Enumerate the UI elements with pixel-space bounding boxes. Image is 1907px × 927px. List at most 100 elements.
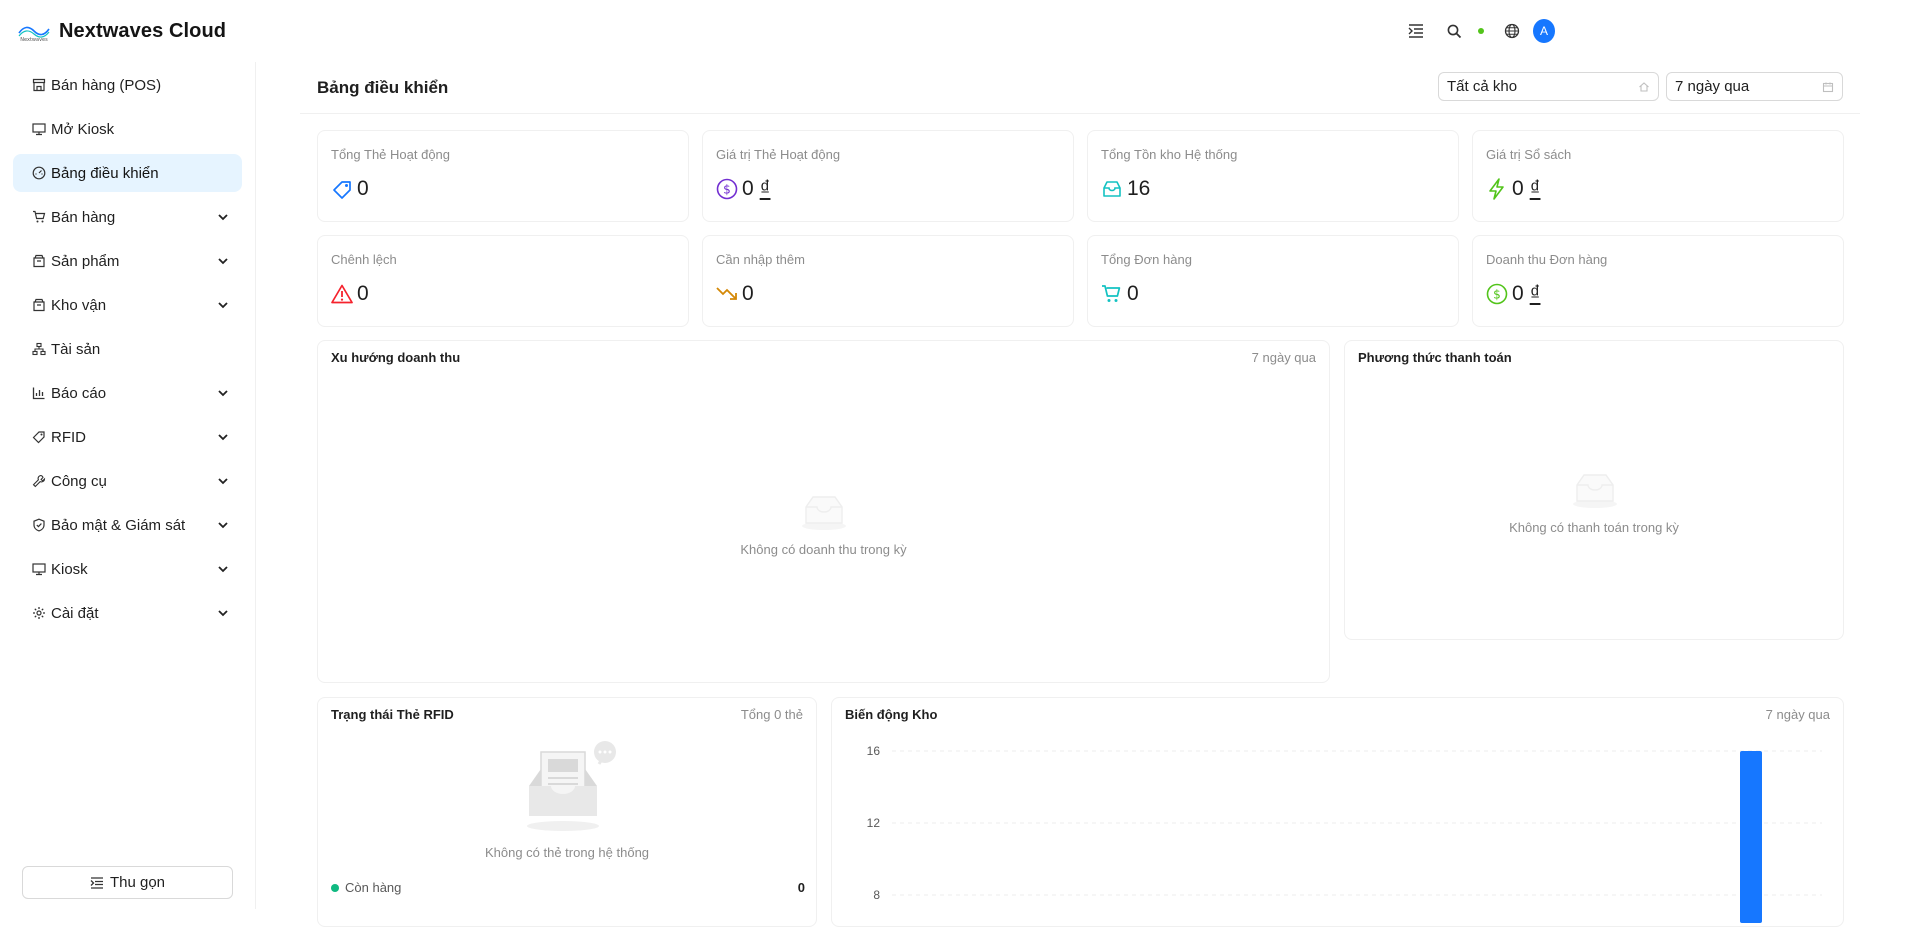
user-avatar[interactable]: A <box>1533 19 1555 43</box>
chevron-down-icon <box>218 610 228 617</box>
cart-icon <box>1101 283 1123 305</box>
sidebar-item-label: Mở Kiosk <box>51 120 115 138</box>
stat-label: Giá trị Thẻ Hoạt động <box>716 147 841 162</box>
card-total: Tổng 0 thẻ <box>740 707 803 722</box>
sidebar-item-dashboard[interactable]: Bảng điều khiển <box>13 154 242 192</box>
collapse-sidebar-button[interactable]: Thu gọn <box>22 866 233 899</box>
sidebar-item-warehouse[interactable]: Kho vận <box>13 286 242 324</box>
collapse-label: Thu gọn <box>109 874 166 891</box>
sidebar-item-rfid[interactable]: RFID <box>13 418 242 456</box>
globe-icon[interactable] <box>1501 20 1523 42</box>
stat-value-row: $0 ₫ <box>1486 282 1540 306</box>
sidebar-item-sales[interactable]: Bán hàng <box>13 198 242 236</box>
currency-symbol: ₫ <box>1529 177 1541 200</box>
sidebar-item-label: Cài đặt <box>51 604 99 622</box>
empty-message: Không có doanh thu trong kỳ <box>740 542 907 557</box>
stat-label: Chênh lệch <box>331 252 397 267</box>
stat-value-row: 0 ₫ <box>1486 177 1540 201</box>
payment-methods-card: Phương thức thanh toán Không có thanh to… <box>1344 340 1844 640</box>
sidebar-item-settings[interactable]: Cài đặt <box>13 594 242 632</box>
chevron-down-icon <box>218 258 228 265</box>
sidebar-item-label: Công cụ <box>51 472 107 490</box>
stat-card: Tổng Thẻ Hoạt động 0 <box>317 130 689 222</box>
menu-fold-icon <box>90 876 103 889</box>
svg-text:$: $ <box>723 183 731 197</box>
legend-item: Còn hàng 0 <box>331 880 805 895</box>
y-tick-label: 16 <box>867 744 881 758</box>
connection-status-icon <box>1470 20 1492 42</box>
brand[interactable]: Nextwaves Nextwaves Cloud <box>17 19 226 43</box>
sidebar-item-label: Bảo mật & Giám sát <box>51 516 186 534</box>
stat-value: 0 <box>742 177 754 200</box>
sidebar-item-label: Kiosk <box>51 560 88 578</box>
card-period: 7 ngày qua <box>1251 350 1316 365</box>
stat-label: Tổng Thẻ Hoạt động <box>331 147 451 162</box>
chevron-down-icon <box>218 390 228 397</box>
page-title: Bảng điều khiển <box>317 78 449 97</box>
stat-card: Doanh thu Đơn hàng $0 ₫ <box>1472 235 1844 327</box>
svg-text:$: $ <box>1493 288 1501 302</box>
stat-value: 0 <box>357 177 369 200</box>
sidebar-item-pos[interactable]: Bán hàng (POS) <box>13 66 242 104</box>
sidebar-item-label: Sản phẩm <box>51 252 120 270</box>
stock-movement-chart: 16 12 8 <box>867 744 1822 923</box>
sidebar-item-open-kiosk[interactable]: Mở Kiosk <box>13 110 242 148</box>
stock-bar[interactable] <box>1740 751 1762 923</box>
stat-label: Cần nhập thêm <box>716 252 805 267</box>
search-icon[interactable] <box>1443 20 1465 42</box>
dollar-circle-icon: $ <box>716 178 738 200</box>
card-title: Xu hướng doanh thu <box>331 350 461 365</box>
top-header: Nextwaves Nextwaves Cloud A <box>0 0 1907 62</box>
stat-card: Chênh lệch 0 <box>317 235 689 327</box>
stat-value-row: $0 ₫ <box>716 177 770 201</box>
warehouse-select[interactable]: Tất cả kho <box>1438 72 1659 101</box>
stat-value: 0 <box>1512 177 1524 200</box>
sidebar-item-security[interactable]: Bảo mật & Giám sát <box>13 506 242 544</box>
calendar-icon <box>1822 82 1834 93</box>
sidebar-item-products[interactable]: Sản phẩm <box>13 242 242 280</box>
brand-logo: Nextwaves <box>18 26 50 43</box>
card-period: 7 ngày qua <box>1765 707 1830 722</box>
stat-label: Tổng Đơn hàng <box>1101 252 1192 267</box>
lightning-icon <box>1486 178 1508 200</box>
sidebar-item-label: Kho vận <box>51 296 107 314</box>
stat-value: 0 <box>742 282 754 305</box>
period-select-value: 7 ngày qua <box>1675 78 1750 95</box>
sidebar-item-assets[interactable]: Tài sản <box>13 330 242 368</box>
revenue-trend-card: Xu hướng doanh thu 7 ngày qua Không có d… <box>317 340 1330 683</box>
sidebar-item-tools[interactable]: Công cụ <box>13 462 242 500</box>
dashboard-icon <box>31 165 47 181</box>
currency-symbol: ₫ <box>759 177 771 200</box>
chevron-down-icon <box>218 566 228 573</box>
gear-icon <box>31 605 47 621</box>
warehouse-select-value: Tất cả kho <box>1447 78 1518 95</box>
currency-symbol: ₫ <box>1529 282 1541 305</box>
stat-card: Tổng Đơn hàng 0 <box>1087 235 1459 327</box>
dollar-circle-icon: $ <box>1486 283 1508 305</box>
stat-value-row: 0 <box>1101 282 1139 306</box>
stat-value: 16 <box>1127 177 1151 200</box>
empty-message: Không có thẻ trong hệ thống <box>484 845 650 860</box>
hierarchy-icon <box>31 341 47 357</box>
stat-value: 0 <box>1512 282 1524 305</box>
warning-icon <box>331 283 353 305</box>
trend-down-icon <box>716 283 738 305</box>
sidebar-item-label: Bán hàng <box>51 208 116 226</box>
chevron-down-icon <box>218 434 228 441</box>
sidebar-item-label: RFID <box>51 428 86 446</box>
empty-message: Không có thanh toán trong kỳ <box>1509 520 1679 535</box>
sidebar-item-reports[interactable]: Báo cáo <box>13 374 242 412</box>
shield-icon <box>31 517 47 533</box>
menu-fold-icon[interactable] <box>1405 20 1427 42</box>
chevron-down-icon <box>218 478 228 485</box>
stat-card: Giá trị Sổ sách 0 ₫ <box>1472 130 1844 222</box>
stat-value: 0 <box>357 282 369 305</box>
sidebar-item-label: Báo cáo <box>51 384 107 402</box>
package-icon <box>31 253 47 269</box>
legend-count: 0 <box>797 880 805 895</box>
rfid-status-card: Trạng thái Thẻ RFID Tổng 0 thẻ Không có … <box>317 697 817 927</box>
period-select[interactable]: 7 ngày qua <box>1666 72 1843 101</box>
sidebar: Bán hàng (POS) Mở Kiosk Bảng điều khiển … <box>0 62 256 909</box>
sidebar-item-kiosk[interactable]: Kiosk <box>13 550 242 588</box>
chevron-down-icon <box>218 214 228 221</box>
